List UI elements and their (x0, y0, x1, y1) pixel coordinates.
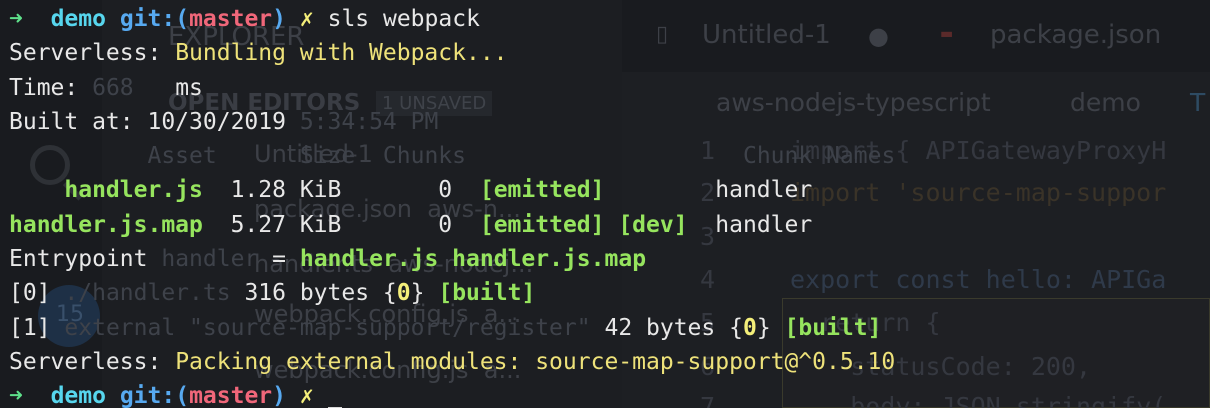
prompt-branch: master (189, 6, 273, 32)
screen: 15 EXPLORER OPEN EDITORS 1 UNSAVED Untit… (0, 0, 1210, 408)
entrypoint-label: Entrypoint (9, 246, 148, 273)
asset-name: handler.js.map (9, 211, 203, 238)
header-chunk-names: Chunk Names (742, 143, 896, 170)
bundling-line: Serverless: Bundling with Webpack... (9, 36, 1210, 70)
module-built-flag: [built] (784, 314, 882, 341)
header-chunks: Chunks (382, 143, 467, 170)
packing-line: Serverless: Packing external modules: so… (9, 345, 1210, 379)
prompt-arrow-icon: ➜ (9, 6, 23, 32)
asset-chunk-name: handler (715, 211, 813, 238)
packing-message: Packing external modules: source-map-sup… (175, 348, 896, 375)
asset-chunks: 0 (438, 211, 453, 238)
module-built-flag: [built] (438, 280, 536, 307)
asset-name: handler.js (64, 177, 203, 204)
module-file: ./handler.ts (64, 280, 231, 307)
built-at-date: 10/30/2019 (147, 108, 286, 135)
prompt-git-label: git:( (119, 383, 190, 408)
time-value: 668 (92, 74, 134, 101)
module-index: [1] (9, 314, 51, 341)
entrypoint-equals: = (272, 246, 286, 273)
module-chunk-open: { (382, 280, 397, 307)
packing-prefix: Serverless: (9, 348, 162, 375)
bundling-prefix: Serverless: (9, 40, 162, 67)
built-at-label: Built at: (9, 108, 134, 135)
prompt-arrow-icon: ➜ (9, 383, 23, 408)
time-unit: ms (175, 74, 203, 101)
module-chunk: 0 (742, 314, 757, 341)
prompt-directory: demo (50, 383, 106, 408)
module-chunk-open: { (729, 314, 743, 341)
prompt-line-2[interactable]: ➜ demo git:(master) ✗ (9, 379, 1210, 408)
entrypoint-name: handler (161, 246, 259, 273)
asset-table-header: Asset Size Chunks Chunk Names (9, 139, 1210, 173)
dirty-indicator-icon: ✗ (299, 383, 314, 408)
prompt-line: ➜ demo git:(master) ✗ sls webpack (9, 2, 1210, 36)
table-row: handler.js 1.28 KiB 0 [emitted] handler (9, 173, 1210, 207)
prompt-git-close: ) (272, 383, 287, 408)
asset-chunks: 0 (438, 177, 453, 204)
built-at-time: 5:34:54 PM (299, 108, 439, 135)
entrypoint-line: Entrypoint handler = handler.js handler.… (9, 242, 1210, 276)
bundling-message: Bundling with Webpack... (175, 40, 508, 67)
prompt-git-close: ) (272, 6, 287, 32)
asset-size: 1.28 KiB (230, 177, 342, 204)
module-chunk-close: } (410, 280, 425, 307)
module-chunk-close: } (756, 314, 771, 341)
dirty-indicator-icon: ✗ (299, 6, 314, 32)
module-size: 316 bytes (244, 280, 370, 307)
time-line: Time: 668 ms (9, 71, 1210, 105)
prompt-git-label: git:( (119, 6, 190, 32)
asset-size: 5.27 KiB (230, 211, 342, 238)
built-at-line: Built at: 10/30/2019 5:34:54 PM (9, 105, 1210, 139)
command-text: sls webpack (327, 6, 480, 32)
asset-flags: [emitted] [dev] (479, 211, 688, 238)
header-size: Size (299, 143, 356, 170)
entrypoint-files: handler.js handler.js.map (299, 246, 647, 273)
time-label: Time: (9, 74, 79, 101)
module-line-1: [1] external "source-map-support/registe… (9, 311, 1210, 345)
asset-chunk-name: handler (715, 177, 813, 204)
module-chunk: 0 (396, 280, 411, 307)
header-asset: Asset (147, 143, 217, 170)
asset-flags: [emitted] (479, 177, 605, 204)
module-index: [0] (9, 280, 51, 307)
table-row: handler.js.map 5.27 KiB 0 [emitted] [dev… (9, 208, 1210, 242)
module-line-0: [0] ./handler.ts 316 bytes {0} [built] (9, 276, 1210, 310)
module-size: 42 bytes (604, 314, 716, 341)
prompt-branch: master (189, 383, 273, 408)
module-external-name: external "source-map-support/register" (64, 314, 591, 341)
prompt-directory: demo (50, 6, 106, 32)
terminal[interactable]: ➜ demo git:(master) ✗ sls webpack Server… (0, 0, 1210, 408)
